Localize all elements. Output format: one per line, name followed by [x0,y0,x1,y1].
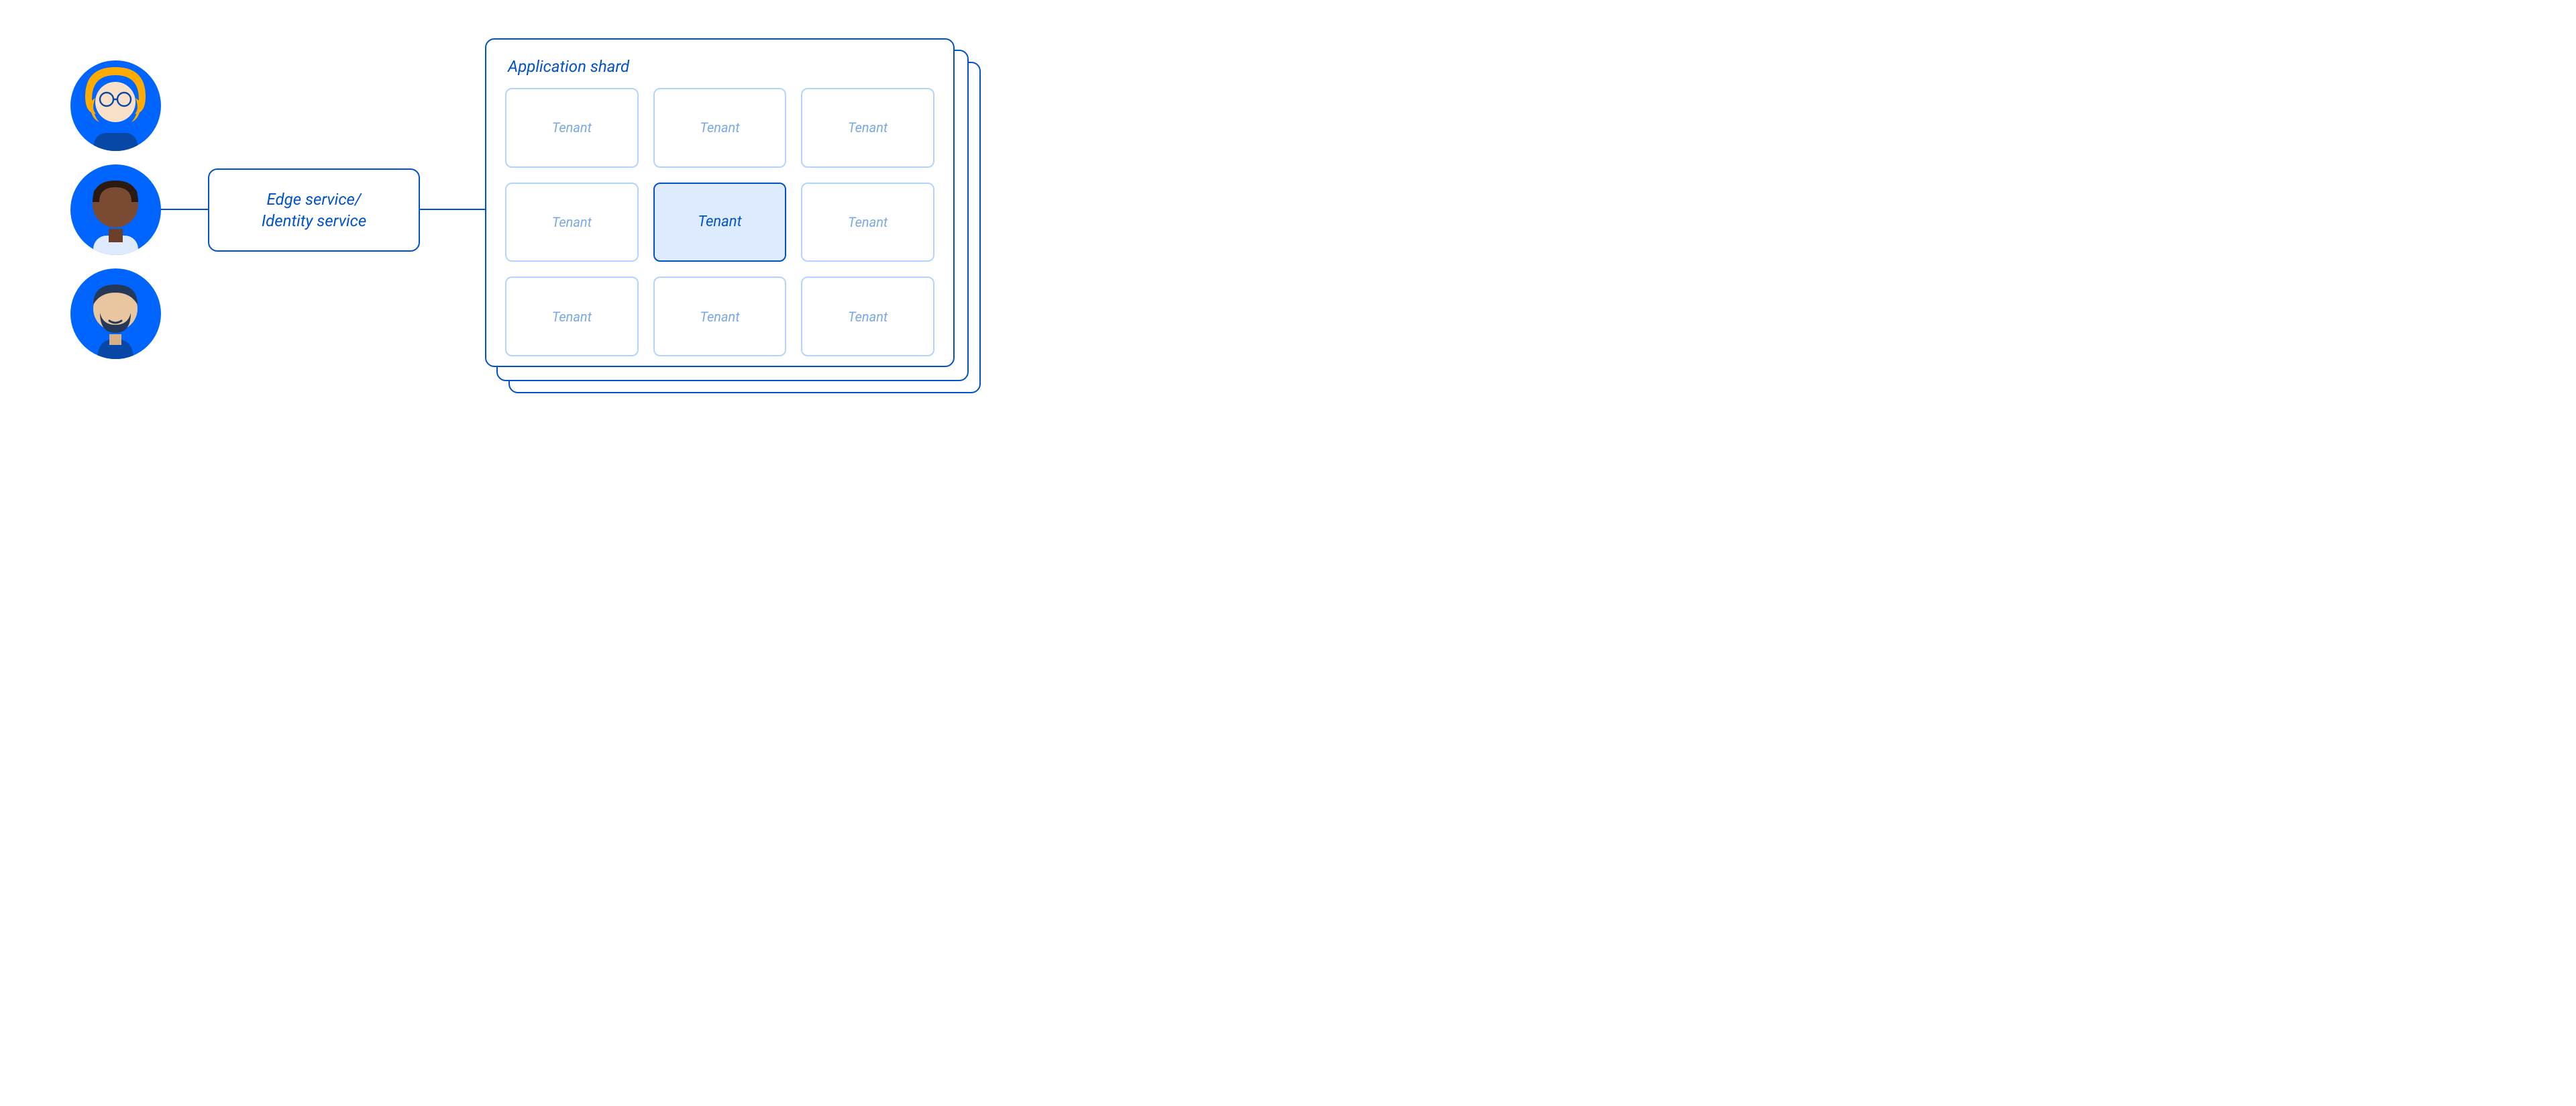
tenant-box: Tenant [505,88,639,168]
connector-line [161,209,208,210]
user-avatars-column [70,60,161,359]
tenant-box: Tenant [653,276,787,356]
text: Edge service/ [267,190,362,209]
tenant-box-active: Tenant [653,183,787,262]
tenant-box: Tenant [801,276,934,356]
tenant-box: Tenant [801,88,934,168]
user-avatar-3 [70,268,161,359]
tenant-box: Tenant [505,183,639,262]
user-avatar-2 [70,164,161,255]
tenant-box: Tenant [801,183,934,262]
edge-service-node: Edge service/ Identity service [208,168,420,252]
shard-card-front: Application shard TenantTenantTenantTena… [485,38,955,367]
text: Identity service [262,211,366,230]
user-avatar-1 [70,60,161,151]
tenant-box: Tenant [505,276,639,356]
tenant-grid: TenantTenantTenantTenantTenantTenantTena… [505,88,934,356]
person-icon [70,268,161,359]
shard-title: Application shard [508,57,934,76]
edge-service-label: Edge service/ Identity service [262,189,366,232]
person-icon [70,60,161,151]
tenant-box: Tenant [653,88,787,168]
person-icon [70,164,161,255]
connector-line [418,209,485,210]
architecture-diagram: Edge service/ Identity service Applicati… [0,0,1046,450]
